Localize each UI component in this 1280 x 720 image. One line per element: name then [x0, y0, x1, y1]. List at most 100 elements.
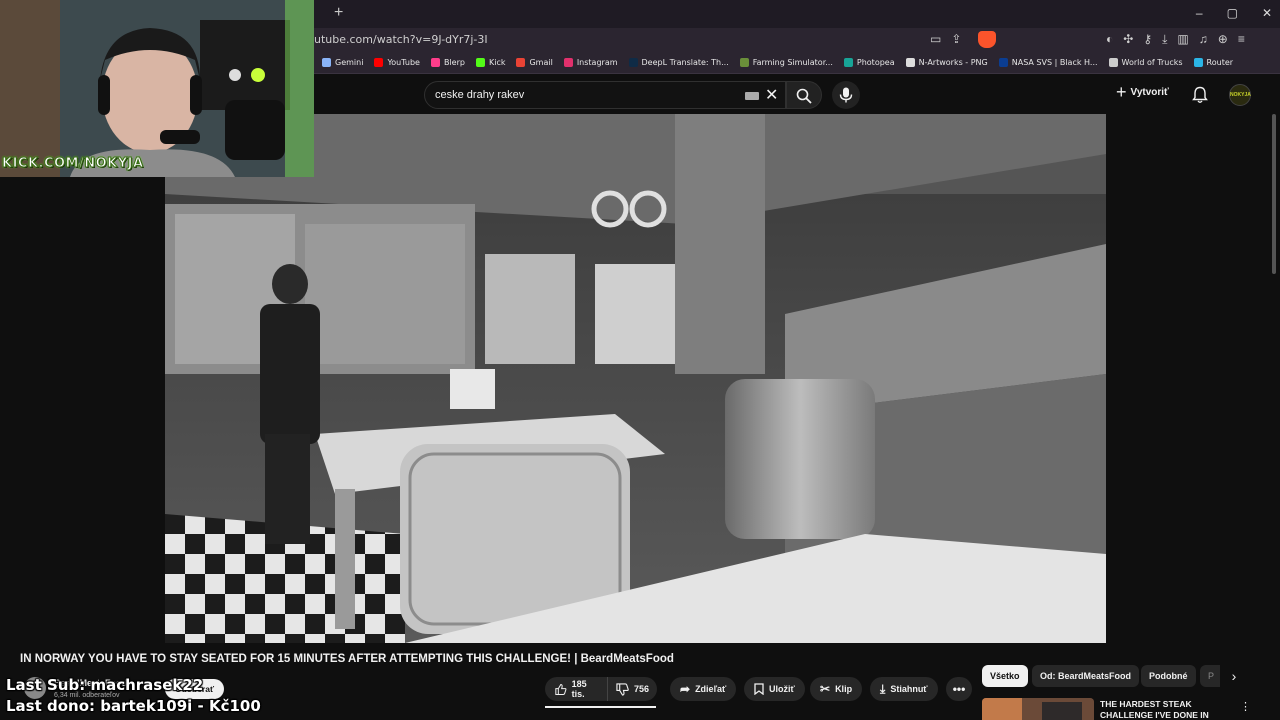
bookmark-item[interactable]: Farming Simulator... — [739, 58, 833, 67]
scissors-icon: ✂ — [820, 682, 831, 696]
minimize-button[interactable]: – — [1196, 6, 1203, 20]
music-icon[interactable]: ♫ — [1199, 32, 1208, 47]
bookmark-favicon-icon — [475, 58, 485, 67]
bookmark-label: Blerp — [443, 58, 465, 67]
create-label: Vytvoriť — [1130, 86, 1169, 98]
thumbs-up-icon — [555, 683, 567, 695]
download-icon[interactable]: ⤓ — [1162, 32, 1167, 47]
chip-all[interactable]: Všetko — [982, 665, 1028, 687]
bookmark-item[interactable]: Gmail — [516, 58, 553, 67]
voice-search-button[interactable] — [832, 81, 860, 109]
brave-shields-icon[interactable] — [978, 31, 996, 48]
save-button[interactable]: Uložiť — [744, 677, 805, 701]
bookmark-favicon-icon — [998, 58, 1008, 67]
bookmark-item[interactable]: Blerp — [430, 58, 465, 67]
bookmark-favicon-icon — [374, 58, 384, 67]
bookmark-favicon-icon — [516, 58, 526, 67]
bookmark-item[interactable]: N-Artworks - PNG — [905, 58, 988, 67]
download-arrow-icon: ⤓ — [880, 681, 886, 696]
stream-last-sub-overlay: Last Sub: machrasek22 — [6, 676, 204, 694]
close-window-button[interactable]: ✕ — [1262, 6, 1272, 20]
clip-label: Klip — [835, 684, 853, 694]
search-button[interactable] — [786, 81, 822, 109]
bookmark-label: Instagram — [576, 58, 618, 67]
search-input[interactable]: ceske drahy rakev ✕ — [424, 81, 786, 109]
like-dislike-group: 185 tis. 756 — [545, 677, 657, 701]
window-controls: – ▢ ✕ — [1196, 6, 1272, 20]
thumbs-down-icon — [616, 682, 629, 696]
share-button[interactable]: ➦ Zdieľať — [670, 677, 737, 701]
chip-similar[interactable]: Podobné — [1141, 665, 1196, 687]
maximize-button[interactable]: ▢ — [1227, 6, 1238, 20]
bookmark-item[interactable]: Kick — [475, 58, 506, 67]
bookmark-label: Kick — [488, 58, 506, 67]
bookmark-icon — [754, 683, 764, 695]
bookmark-item[interactable]: Instagram — [563, 58, 618, 67]
share-label: Zdieľať — [695, 684, 727, 694]
like-count: 185 tis. — [571, 679, 587, 699]
address-bar-actions: ▭ ⇪ — [930, 32, 961, 46]
search-icon — [796, 88, 812, 104]
translate-icon[interactable]: ⊕ — [1218, 32, 1228, 47]
chevron-right-icon[interactable]: › — [1224, 665, 1244, 687]
webcam-channel-label: KICK.COM/NOKYJA — [2, 156, 144, 172]
bookmark-label: NASA SVS | Black H... — [1011, 58, 1098, 67]
recommendation-menu-icon[interactable]: ⋮ — [1240, 700, 1251, 713]
new-tab-button[interactable]: + — [334, 5, 350, 21]
extensions-toolbar: ◐ ✣ ⚷ ⤓ ▥ ♫ ⊕ ≡ — [1106, 32, 1245, 47]
plus-icon: + — [1116, 82, 1127, 102]
bookmark-favicon-icon — [628, 58, 638, 67]
thumbnail-image — [982, 698, 1094, 720]
bookmark-label: YouTube — [387, 58, 420, 67]
share-page-icon[interactable]: ⇪ — [951, 32, 961, 46]
puzzle-icon[interactable]: ✣ — [1123, 32, 1133, 47]
extension-icon[interactable]: ◐ — [1106, 32, 1113, 47]
url-field[interactable]: utube.com/watch?v=9J-dYr7j-3I — [314, 33, 488, 46]
bookmark-favicon-icon — [322, 58, 331, 67]
chip-from-channel[interactable]: Od: BeardMeatsFood — [1032, 665, 1140, 687]
bookmark-label: Gmail — [529, 58, 553, 67]
like-button[interactable]: 185 tis. — [545, 677, 608, 701]
share-icon: ➦ — [680, 682, 691, 696]
recommendation-title[interactable]: THE HARDEST STEAK CHALLENGE I'VE DONE IN — [1100, 699, 1230, 720]
trash-icon[interactable]: ▥ — [1177, 32, 1188, 47]
bookmark-favicon-icon — [1108, 58, 1118, 67]
bookmark-label: World of Trucks — [1121, 58, 1183, 67]
stream-last-donation-overlay: Last dono: bartek109i - Kč100 — [6, 697, 261, 715]
chip-partial[interactable]: P — [1200, 665, 1220, 687]
microphone-icon — [839, 87, 853, 103]
cast-icon[interactable]: ▭ — [930, 32, 941, 46]
download-label: Stiahnuť — [890, 684, 928, 694]
bookmark-item[interactable]: NASA SVS | Black H... — [998, 58, 1098, 67]
bookmark-item[interactable]: DeepL Translate: Th... — [628, 58, 729, 67]
bookmark-item[interactable]: Gemini — [322, 58, 363, 67]
video-player[interactable] — [165, 114, 1106, 643]
page-scrollbar[interactable] — [1272, 114, 1276, 274]
bookmark-item[interactable]: Photopea — [843, 58, 895, 67]
save-label: Uložiť — [769, 684, 795, 694]
create-button[interactable]: + Vytvoriť — [1116, 82, 1169, 102]
bookmark-item[interactable]: Router — [1193, 58, 1233, 67]
keyboard-icon[interactable] — [745, 92, 759, 100]
bookmark-item[interactable]: World of Trucks — [1108, 58, 1183, 67]
menu-icon[interactable]: ≡ — [1238, 32, 1245, 47]
account-avatar[interactable]: NOKYJA — [1229, 84, 1251, 106]
bookmark-label: DeepL Translate: Th... — [641, 58, 729, 67]
bookmark-label: Photopea — [856, 58, 895, 67]
video-frame-diner-scene — [165, 114, 1106, 643]
like-indicator-line — [545, 706, 656, 708]
webcam-feed — [0, 0, 314, 177]
webcam-overlay: KICK.COM/NOKYJA — [0, 0, 314, 177]
bookmark-favicon-icon — [1193, 58, 1203, 67]
download-button[interactable]: ⤓ Stiahnuť — [870, 677, 938, 701]
notifications-bell-icon[interactable] — [1192, 86, 1208, 104]
key-icon[interactable]: ⚷ — [1143, 32, 1152, 47]
dislike-count: 756 — [633, 684, 649, 694]
recommendation-thumbnail[interactable] — [982, 698, 1094, 720]
clear-search-icon[interactable]: ✕ — [765, 85, 778, 105]
bookmark-item[interactable]: YouTube — [374, 58, 420, 67]
dislike-button[interactable]: 756 — [608, 677, 657, 701]
video-title: IN NORWAY YOU HAVE TO STAY SEATED FOR 15… — [20, 653, 674, 665]
clip-button[interactable]: ✂ Klip — [810, 677, 863, 701]
more-actions-button[interactable]: ••• — [946, 677, 972, 701]
